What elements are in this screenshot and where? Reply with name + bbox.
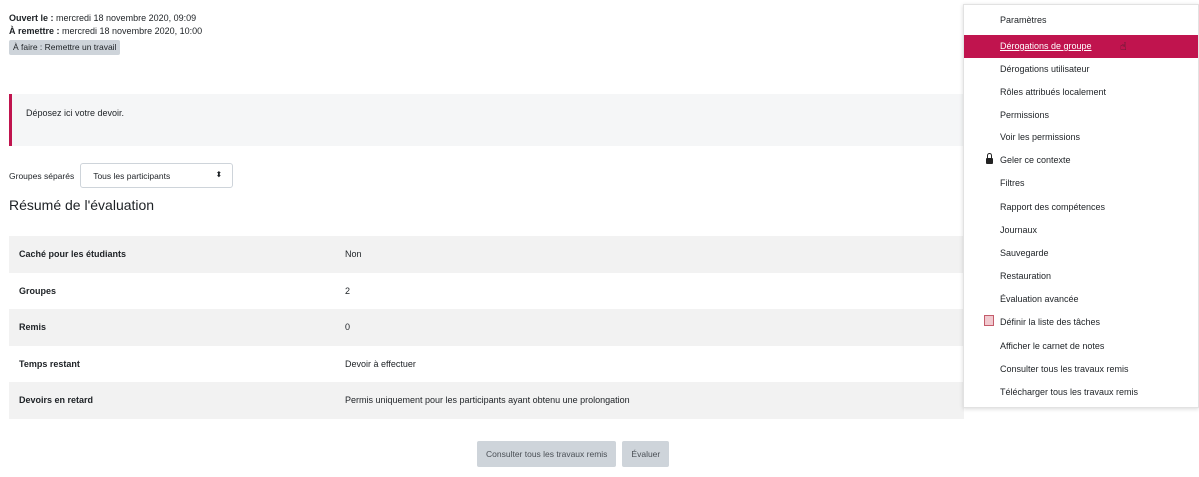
- menu-item-telecharger-travaux[interactable]: Télécharger tous les travaux remis: [964, 381, 1198, 404]
- due-label: À remettre :: [9, 25, 60, 36]
- menu-item-label: Évaluation avancée: [1000, 294, 1079, 304]
- menu-item-label: Télécharger tous les travaux remis: [1000, 387, 1139, 397]
- menu-item-label: Filtres: [1000, 178, 1025, 188]
- menu-item-rapport-competences[interactable]: Rapport des compétences: [964, 196, 1198, 219]
- menu-item-label: Dérogations utilisateur: [1000, 64, 1090, 74]
- table-row: Caché pour les étudiants Non: [9, 236, 964, 273]
- row-label: Temps restant: [19, 358, 80, 369]
- menu-item-label: Dérogations de groupe: [1000, 41, 1092, 51]
- group-selector: Groupes séparés Tous les participants ⬍: [9, 163, 234, 188]
- table-row: Devoirs en retard Permis uniquement pour …: [9, 382, 964, 419]
- row-value: Permis uniquement pour les participants …: [335, 382, 964, 419]
- summary-table: Caché pour les étudiants Non Groupes 2 Rem…: [9, 236, 964, 419]
- row-value: Non: [335, 236, 964, 273]
- due-value: mercredi 18 novembre 2020, 10:00: [62, 25, 203, 36]
- menu-item-label: Consulter tous les travaux remis: [1000, 364, 1129, 374]
- menu-item-label: Geler ce contexte: [1000, 155, 1071, 165]
- menu-item-label: Rôles attribués localement: [1000, 87, 1107, 97]
- row-value: Devoir à effectuer: [345, 358, 416, 369]
- task-list-icon: [983, 311, 995, 334]
- menu-item-journaux[interactable]: Journaux: [964, 219, 1198, 242]
- select-arrows-icon: ⬍: [215, 170, 223, 179]
- table-row: Groupes 2: [9, 273, 964, 310]
- grade-button[interactable]: Évaluer: [622, 441, 670, 467]
- menu-item-label: Restauration: [1000, 271, 1052, 281]
- todo-badge: À faire : Remettre un travail: [9, 40, 121, 55]
- opened-date: Ouvert le : mercredi 18 novembre 2020, 0…: [9, 12, 202, 25]
- menu-item-geler-contexte[interactable]: Geler ce contexte: [964, 149, 1198, 172]
- menu-item-consulter-travaux[interactable]: Consulter tous les travaux remis: [964, 358, 1198, 381]
- menu-item-permissions[interactable]: Permissions: [964, 104, 1198, 127]
- menu-item-parametres[interactable]: Paramètres: [964, 9, 1198, 32]
- menu-item-label: Journaux: [1000, 225, 1038, 235]
- summary-title: Résumé de l'évaluation: [9, 197, 155, 213]
- menu-item-voir-permissions[interactable]: Voir les permissions: [964, 126, 1198, 149]
- row-value: 0: [335, 309, 964, 346]
- due-date: À remettre : mercredi 18 novembre 2020, …: [9, 25, 202, 38]
- menu-item-roles[interactable]: Rôles attribués localement: [964, 81, 1198, 104]
- groups-selected-value: Tous les participants: [93, 170, 171, 181]
- menu-item-label: Afficher le carnet de notes: [1000, 341, 1105, 351]
- row-label: Devoirs en retard: [9, 382, 335, 419]
- menu-item-sauvegarde[interactable]: Sauvegarde: [964, 242, 1198, 265]
- menu-item-label: Paramètres: [1000, 15, 1047, 25]
- opened-label: Ouvert le :: [9, 13, 54, 23]
- lock-icon: [983, 149, 995, 172]
- groups-select[interactable]: Tous les participants ⬍: [80, 163, 234, 188]
- dates-block: Ouvert le : mercredi 18 novembre 2020, 0…: [9, 12, 202, 55]
- menu-item-derogations-groupe[interactable]: Dérogations de groupe: [964, 35, 1198, 58]
- row-label: Groupes: [19, 285, 57, 296]
- row-value: 2: [345, 285, 351, 296]
- menu-item-label: Définir la liste des tâches: [1000, 317, 1101, 327]
- menu-item-carnet-notes[interactable]: Afficher le carnet de notes: [964, 335, 1198, 358]
- view-all-submissions-button[interactable]: Consulter tous les travaux remis: [477, 441, 617, 467]
- menu-item-filtres[interactable]: Filtres: [964, 172, 1198, 195]
- menu-item-label: Permissions: [1000, 110, 1050, 120]
- row-label: Caché pour les étudiants: [9, 236, 335, 273]
- row-label: Remis: [9, 309, 335, 346]
- menu-item-label: Voir les permissions: [1000, 132, 1081, 142]
- menu-item-derogations-utilisateur[interactable]: Dérogations utilisateur: [964, 58, 1198, 81]
- pointer-cursor-icon: ☝: [1120, 41, 1127, 53]
- menu-item-restauration[interactable]: Restauration: [964, 265, 1198, 288]
- admin-dropdown-menu: Paramètres Dérogations de groupe Dérogat…: [963, 4, 1199, 408]
- menu-item-evaluation-avancee[interactable]: Évaluation avancée: [964, 288, 1198, 311]
- assignment-intro: Déposez ici votre devoir.: [9, 94, 964, 146]
- menu-item-label: Rapport des compétences: [1000, 202, 1106, 212]
- intro-text: Déposez ici votre devoir.: [26, 108, 125, 118]
- opened-value: mercredi 18 novembre 2020, 09:09: [56, 13, 197, 23]
- groups-label: Groupes séparés: [9, 170, 75, 181]
- table-row: Remis 0: [9, 309, 964, 346]
- menu-item-label: Sauvegarde: [1000, 248, 1049, 258]
- menu-item-liste-taches[interactable]: Définir la liste des tâches: [964, 311, 1198, 334]
- action-buttons: Consulter tous les travaux remis Évaluer: [477, 441, 670, 467]
- table-row: Temps restant Devoir à effectuer: [9, 346, 964, 383]
